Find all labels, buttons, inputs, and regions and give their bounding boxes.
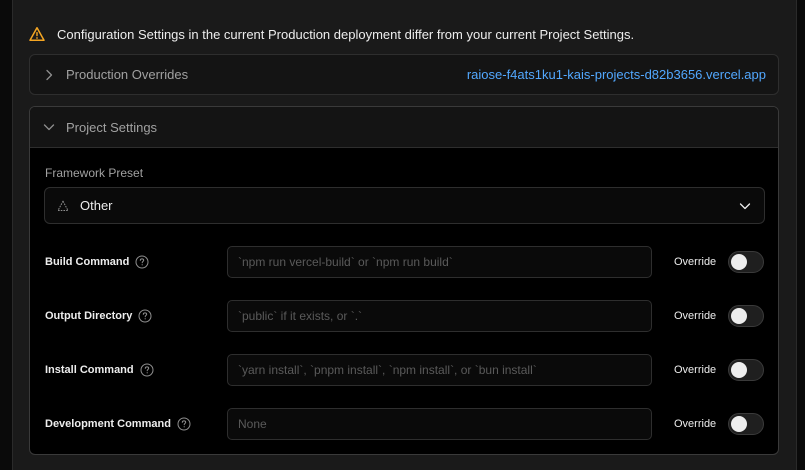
output-directory-input[interactable] (227, 300, 652, 332)
build-command-input[interactable] (227, 246, 652, 278)
output-directory-label-text: Output Directory (45, 310, 133, 322)
chevron-down-icon (739, 202, 751, 209)
project-settings-panel: Project Settings Framework Preset Other … (29, 106, 779, 455)
help-icon[interactable] (140, 363, 154, 377)
development-command-label-text: Development Command (45, 418, 171, 430)
development-command-label: Development Command (45, 408, 191, 440)
output-directory-setting: Output Directory Override (44, 300, 765, 332)
development-command-override-label: Override (674, 418, 717, 430)
install-command-setting: Install Command Override (44, 354, 765, 386)
install-command-override-toggle[interactable] (728, 359, 764, 381)
production-deployment-link[interactable]: raiose-f4ats1ku1-kais-projects-d82b3656.… (467, 67, 766, 82)
production-overrides-row[interactable]: Production Overrides raiose-f4ats1ku1-ka… (29, 54, 779, 95)
output-directory-override-toggle[interactable] (728, 305, 764, 327)
deployment-settings-frame: Configuration Settings in the current Pr… (12, 0, 797, 470)
warning-icon (29, 27, 45, 41)
build-command-override-toggle[interactable] (728, 251, 764, 273)
development-command-override-toggle[interactable] (728, 413, 764, 435)
build-command-override-label: Override (674, 256, 717, 268)
development-command-input[interactable] (227, 408, 652, 440)
build-command-setting: Build Command Override (44, 246, 765, 278)
project-settings-header[interactable]: Project Settings (30, 107, 778, 148)
help-icon[interactable] (138, 309, 152, 323)
framework-preset-select[interactable]: Other (44, 187, 765, 224)
help-icon[interactable] (135, 255, 149, 269)
toggle-knob (731, 254, 747, 270)
framework-preset-value: Other (80, 198, 113, 213)
framework-preset-label: Framework Preset (45, 166, 144, 180)
output-directory-override-label: Override (674, 310, 717, 322)
toggle-knob (731, 308, 747, 324)
chevron-right-icon (46, 69, 53, 80)
install-command-label: Install Command (45, 354, 154, 386)
triangle-icon (57, 200, 69, 211)
install-command-override-label: Override (674, 364, 717, 376)
toggle-knob (731, 362, 747, 378)
install-command-input[interactable] (227, 354, 652, 386)
output-directory-label: Output Directory (45, 300, 152, 332)
development-command-setting: Development Command Override (44, 408, 765, 440)
build-command-label-text: Build Command (45, 256, 130, 268)
toggle-knob (731, 416, 747, 432)
mismatch-warning-banner: Configuration Settings in the current Pr… (29, 22, 634, 46)
help-icon[interactable] (177, 417, 191, 431)
build-command-label: Build Command (45, 246, 149, 278)
production-overrides-title: Production Overrides (66, 67, 189, 82)
chevron-down-icon (43, 124, 55, 131)
install-command-label-text: Install Command (45, 364, 134, 376)
project-settings-title: Project Settings (66, 119, 158, 135)
banner-text: Configuration Settings in the current Pr… (57, 26, 635, 42)
